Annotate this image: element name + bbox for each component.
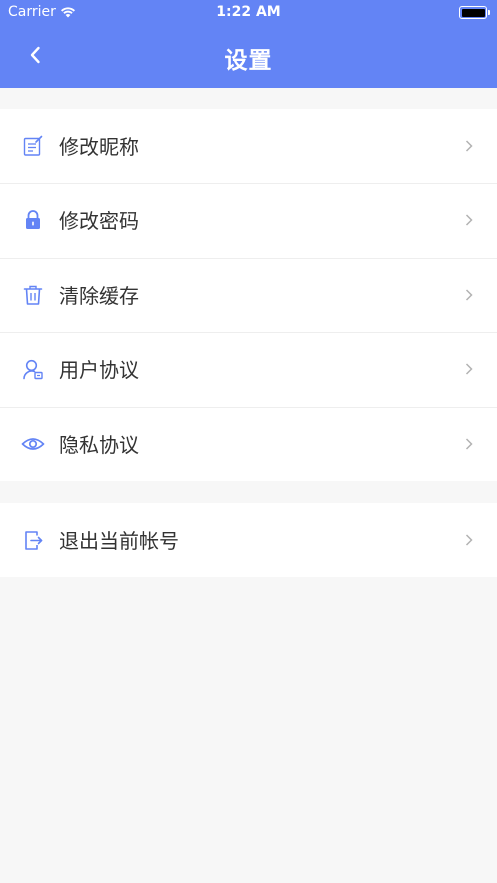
settings-item-label: 用户协议 (59, 358, 139, 383)
settings-item-user-agreement[interactable]: 用户协议 (0, 332, 497, 406)
settings-item-label: 修改昵称 (59, 135, 139, 159)
account-section: 退出当前帐号 (0, 503, 497, 578)
app-header: Carrier 1:22 AM 设置 (0, 0, 497, 88)
trash-icon (21, 283, 45, 307)
chevron-right-icon (465, 534, 473, 546)
settings-item-privacy-policy[interactable]: 隐私协议 (0, 406, 497, 481)
battery-icon (459, 6, 490, 19)
settings-item-change-password[interactable]: 修改密码 (0, 183, 497, 257)
settings-item-label: 修改密码 (59, 209, 139, 234)
lock-icon (21, 208, 45, 232)
chevron-right-icon (465, 140, 473, 152)
chevron-right-icon (465, 363, 473, 375)
settings-list: 修改昵称 修改密码 清除缓存 用户协议 隐私协议 (0, 109, 497, 481)
settings-item-label: 隐私协议 (59, 432, 139, 457)
logout-button[interactable]: 退出当前帐号 (0, 503, 497, 577)
user-agreement-icon (21, 357, 45, 381)
settings-item-label: 清除缓存 (59, 283, 139, 308)
status-bar: Carrier 1:22 AM (0, 0, 497, 26)
chevron-right-icon (465, 289, 473, 301)
logout-label: 退出当前帐号 (59, 529, 179, 553)
page-title: 设置 (224, 48, 273, 74)
navigation-bar: 设置 (0, 26, 497, 88)
logout-icon (21, 528, 45, 552)
edit-note-icon (21, 134, 45, 158)
eye-icon (21, 432, 45, 456)
chevron-right-icon (465, 214, 473, 226)
status-time: 1:22 AM (216, 4, 281, 20)
settings-item-clear-cache[interactable]: 清除缓存 (0, 257, 497, 332)
settings-item-edit-nickname[interactable]: 修改昵称 (0, 109, 497, 183)
chevron-right-icon (465, 438, 473, 450)
